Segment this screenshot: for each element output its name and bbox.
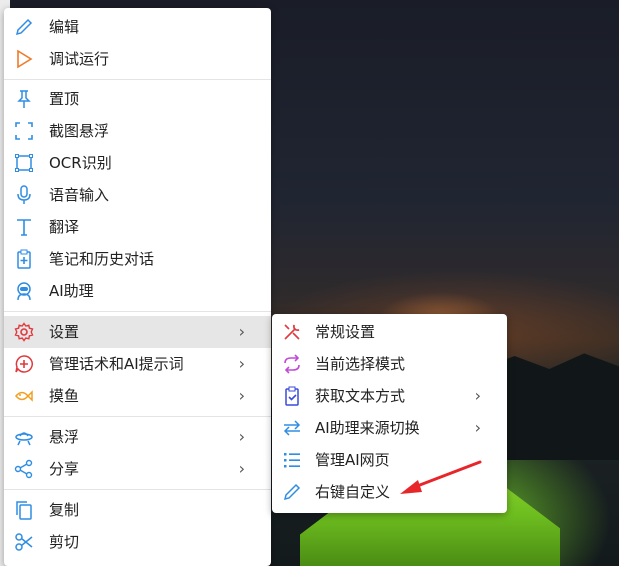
submenu-item-text-acquisition[interactable]: 获取文本方式 › bbox=[272, 380, 507, 412]
share-icon bbox=[14, 459, 34, 479]
microphone-icon bbox=[14, 185, 34, 205]
menu-item-ocr[interactable]: OCR识别 bbox=[4, 147, 271, 179]
chevron-right-icon: › bbox=[238, 322, 245, 341]
menu-item-label: 剪切 bbox=[49, 533, 80, 551]
chevron-right-icon: › bbox=[474, 386, 481, 405]
menu-item-cut[interactable]: 剪切 bbox=[4, 526, 271, 558]
chevron-right-icon: › bbox=[238, 354, 245, 373]
menu-separator bbox=[4, 79, 271, 80]
chevron-right-icon: › bbox=[238, 386, 245, 405]
chevron-right-icon: › bbox=[238, 427, 245, 446]
menu-item-label: 管理话术和AI提示词 bbox=[49, 355, 184, 373]
submenu-item-ai-source-switch[interactable]: AI助理来源切换 › bbox=[272, 412, 507, 444]
menu-item-voice-input[interactable]: 语音输入 bbox=[4, 179, 271, 211]
tools-icon bbox=[282, 322, 302, 342]
add-speech-icon bbox=[14, 354, 34, 374]
menu-item-label: 悬浮 bbox=[49, 428, 80, 446]
menu-item-edit[interactable]: 编辑 bbox=[4, 11, 271, 43]
pencil-icon bbox=[282, 482, 302, 502]
submenu-item-label: 当前选择模式 bbox=[315, 355, 406, 373]
menu-item-ai-assistant[interactable]: AI助理 bbox=[4, 275, 271, 307]
menu-item-label: 翻译 bbox=[49, 218, 80, 236]
copy-icon bbox=[14, 500, 34, 520]
menu-separator bbox=[4, 311, 271, 312]
pencil-icon bbox=[14, 17, 34, 37]
menu-item-label: 截图悬浮 bbox=[49, 122, 110, 140]
context-menu: 编辑 调试运行 置顶 截图悬浮 OCR识别 语音输入 翻译 笔记和历史对话 AI… bbox=[4, 8, 271, 566]
menu-item-copy[interactable]: 复制 bbox=[4, 494, 271, 526]
menu-separator bbox=[4, 416, 271, 417]
menu-item-float[interactable]: 悬浮 › bbox=[4, 421, 271, 453]
menu-item-screenshot-float[interactable]: 截图悬浮 bbox=[4, 115, 271, 147]
menu-item-label: 置顶 bbox=[49, 90, 80, 108]
submenu-item-label: 管理AI网页 bbox=[315, 451, 390, 469]
annotation-arrow-icon bbox=[400, 460, 482, 494]
screenshot-frame-icon bbox=[14, 121, 34, 141]
swap-arrows-icon bbox=[282, 418, 302, 438]
menu-item-pin[interactable]: 置顶 bbox=[4, 83, 271, 115]
menu-item-slack-off[interactable]: 摸鱼 › bbox=[4, 380, 271, 412]
chevron-right-icon: › bbox=[474, 418, 481, 437]
menu-item-debug-run[interactable]: 调试运行 bbox=[4, 43, 271, 75]
menu-item-label: 调试运行 bbox=[49, 50, 110, 68]
cycle-arrows-icon bbox=[282, 354, 302, 374]
menu-item-notes-history[interactable]: 笔记和历史对话 bbox=[4, 243, 271, 275]
translate-t-icon bbox=[14, 217, 34, 237]
menu-item-label: 摸鱼 bbox=[49, 387, 80, 405]
menu-item-label: 语音输入 bbox=[49, 186, 110, 204]
menu-item-label: 复制 bbox=[49, 501, 80, 519]
submenu-item-label: AI助理来源切换 bbox=[315, 419, 420, 437]
pin-icon bbox=[14, 89, 34, 109]
menu-item-label: 设置 bbox=[49, 323, 80, 341]
ufo-icon bbox=[14, 427, 34, 447]
menu-item-manage-prompts[interactable]: 管理话术和AI提示词 › bbox=[4, 348, 271, 380]
submenu-item-label: 常规设置 bbox=[315, 323, 376, 341]
submenu-item-general-settings[interactable]: 常规设置 bbox=[272, 316, 507, 348]
play-icon bbox=[14, 49, 34, 69]
fish-icon bbox=[14, 386, 34, 406]
scissors-icon bbox=[14, 532, 34, 552]
clipboard-check-icon bbox=[282, 386, 302, 406]
menu-item-label: OCR识别 bbox=[49, 154, 112, 172]
menu-item-label: 分享 bbox=[49, 460, 80, 478]
menu-item-label: AI助理 bbox=[49, 282, 94, 300]
submenu-item-label: 获取文本方式 bbox=[315, 387, 406, 405]
menu-item-translate[interactable]: 翻译 bbox=[4, 211, 271, 243]
gear-icon bbox=[14, 322, 34, 342]
submenu-item-label: 右键自定义 bbox=[315, 483, 391, 501]
submenu-item-selection-mode[interactable]: 当前选择模式 bbox=[272, 348, 507, 380]
robot-icon bbox=[14, 281, 34, 301]
chevron-right-icon: › bbox=[238, 459, 245, 478]
menu-item-label: 笔记和历史对话 bbox=[49, 250, 155, 268]
list-icon bbox=[282, 450, 302, 470]
menu-separator bbox=[4, 489, 271, 490]
menu-item-label: 编辑 bbox=[49, 18, 80, 36]
clipboard-plus-icon bbox=[14, 249, 34, 269]
menu-item-settings[interactable]: 设置 › bbox=[4, 316, 271, 348]
menu-item-share[interactable]: 分享 › bbox=[4, 453, 271, 485]
ocr-scan-icon bbox=[14, 153, 34, 173]
